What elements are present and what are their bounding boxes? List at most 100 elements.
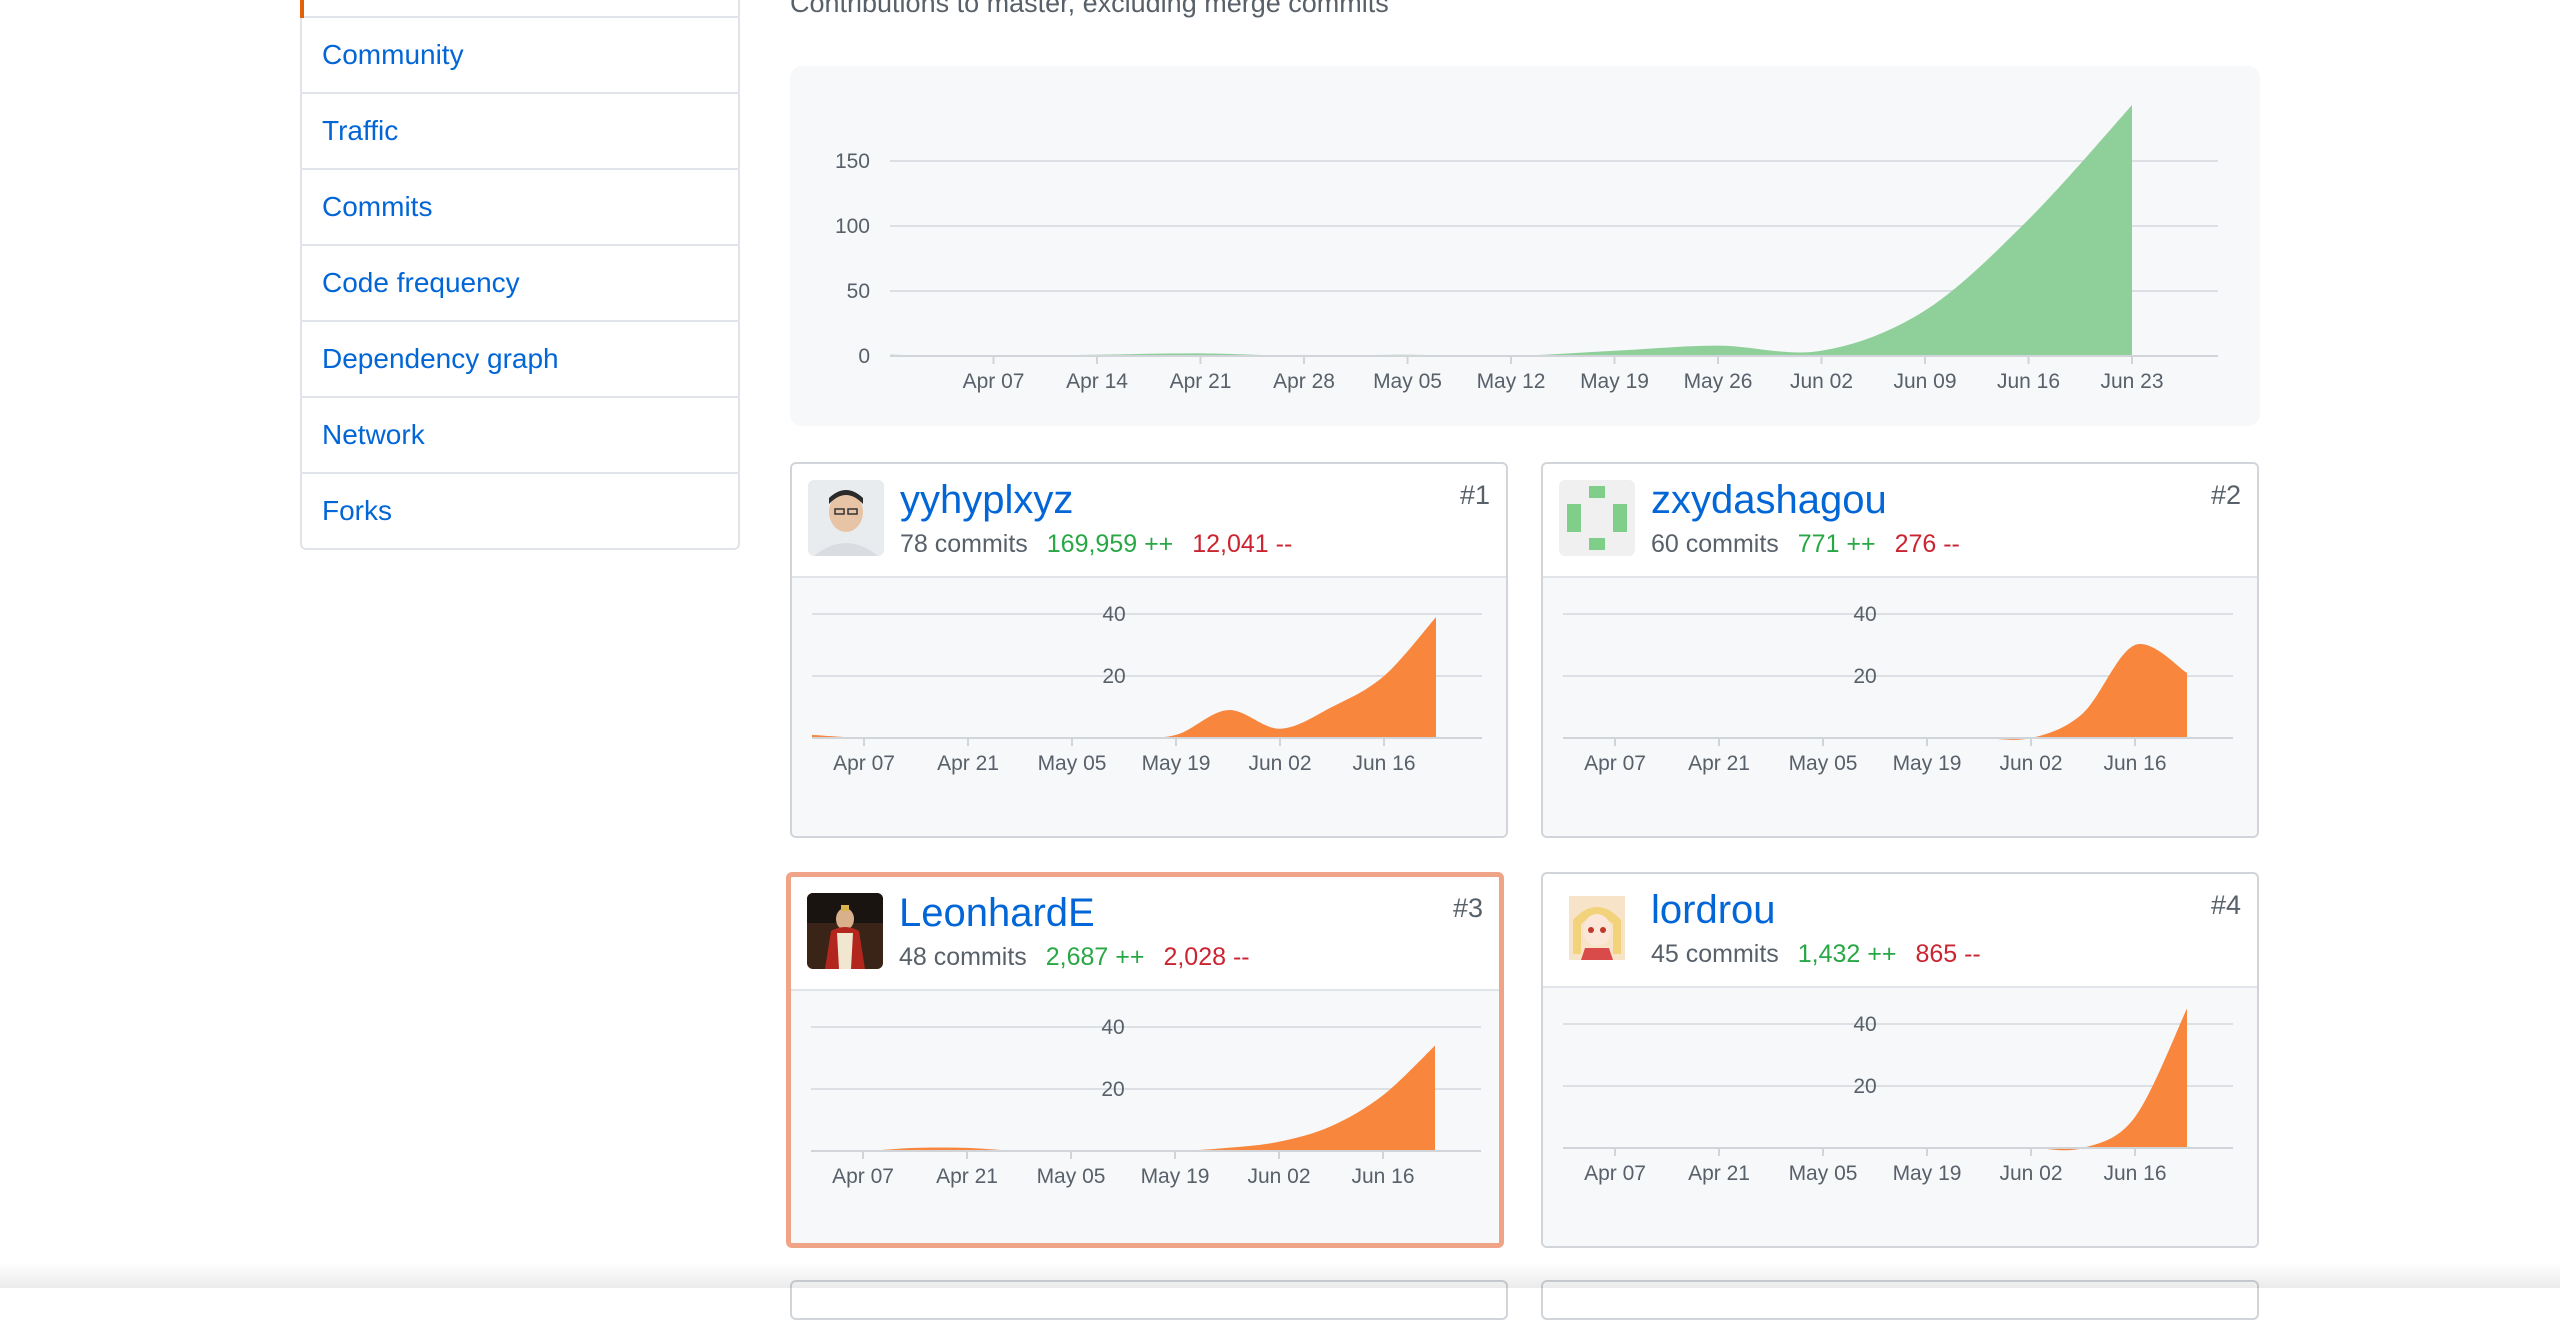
x-tick-label: May 05 xyxy=(1789,752,1858,775)
additions-count: 169,959 ++ xyxy=(1046,530,1174,558)
x-tick-label: Jun 16 xyxy=(1997,370,2060,393)
y-tick-label: 40 xyxy=(1101,1016,1124,1039)
x-tick-label: May 05 xyxy=(1373,370,1442,393)
x-tick-label: May 19 xyxy=(1893,1162,1962,1185)
contributor-card-header: zxydashagou 60 commits 771 ++ 276 -- #2 xyxy=(1543,464,2257,578)
contributor-chart-svg: 20 40 Apr 07 Apr 21 May 05 May 19 Jun 02 Jun 16 xyxy=(812,603,1482,775)
contributor-chart-svg: 20 40 Apr 07 Apr 21 May 05 May 19 Jun 02 Jun 16 xyxy=(1563,1008,2233,1185)
contributor-username[interactable]: LeonhardE xyxy=(899,891,1095,936)
x-tick-label: May 05 xyxy=(1037,1165,1106,1188)
sidebar-item-community[interactable]: Community xyxy=(302,18,738,94)
x-tick-label: Jun 09 xyxy=(1893,370,1956,393)
additions-count: 1,432 ++ xyxy=(1797,940,1897,968)
x-tick-label: Apr 21 xyxy=(937,752,999,775)
contributor-chart: 20 40 Apr 07 Apr 21 May 05 May 19 Jun 02 Jun 16 xyxy=(791,991,1499,1243)
x-tick-label: May 19 xyxy=(1141,1165,1210,1188)
contributor-card-header: yyhyplxyz 78 commits 169,959 ++ 12,041 -… xyxy=(792,464,1506,578)
y-tick-label: 40 xyxy=(1102,603,1125,626)
contributor-stats: 48 commits 2,687 ++ 2,028 -- xyxy=(899,943,1250,972)
x-tick-label: Apr 07 xyxy=(833,752,895,775)
repo-insights-sidebar: Community Traffic Commits Code frequency… xyxy=(300,0,740,550)
contributor-chart-svg: 20 40 Apr 07 Apr 21 May 05 May 19 Jun 02 Jun 16 xyxy=(811,1016,1481,1188)
x-tick-label: May 19 xyxy=(1893,752,1962,775)
y-tick-label: 150 xyxy=(835,150,870,173)
x-tick-label: Jun 16 xyxy=(2103,752,2166,775)
x-tick-label: Apr 07 xyxy=(963,370,1025,393)
contributor-stats: 78 commits 169,959 ++ 12,041 -- xyxy=(900,530,1292,559)
x-tick-label: May 19 xyxy=(1580,370,1649,393)
commit-count[interactable]: 48 commits xyxy=(899,943,1027,971)
contributor-card-header: LeonhardE 48 commits 2,687 ++ 2,028 -- #… xyxy=(791,877,1499,991)
contributor-username[interactable]: lordrou xyxy=(1651,888,1776,933)
contributor-rank: #1 xyxy=(1459,480,1490,510)
contributor-rank: #2 xyxy=(2210,480,2241,510)
avatar[interactable] xyxy=(807,893,883,969)
contributor-username[interactable]: zxydashagou xyxy=(1651,478,1887,523)
x-tick-label: Jun 02 xyxy=(1999,1162,2062,1185)
sidebar-item-code-frequency[interactable]: Code frequency xyxy=(302,246,738,322)
x-tick-label: Apr 21 xyxy=(936,1165,998,1188)
contributor-card: zxydashagou 60 commits 771 ++ 276 -- #2 … xyxy=(1541,462,2259,838)
x-tick-label: Jun 02 xyxy=(1248,752,1311,775)
sidebar-item-traffic[interactable]: Traffic xyxy=(302,94,738,170)
area-series xyxy=(890,105,2132,357)
additions-count: 771 ++ xyxy=(1797,530,1876,558)
avatar[interactable] xyxy=(1559,890,1635,966)
contributor-card: lordrou 45 commits 1,432 ++ 865 -- #4 20… xyxy=(1541,872,2259,1248)
x-tick-label: Apr 14 xyxy=(1066,370,1128,393)
y-tick-label: 20 xyxy=(1101,1078,1124,1101)
contributor-card-header: lordrou 45 commits 1,432 ++ 865 -- #4 xyxy=(1543,874,2257,988)
x-tick-label: Apr 21 xyxy=(1170,370,1232,393)
commit-count[interactable]: 78 commits xyxy=(900,530,1028,558)
commit-count[interactable]: 60 commits xyxy=(1651,530,1779,558)
x-tick-label: Jun 16 xyxy=(2103,1162,2166,1185)
x-tick-label: Apr 07 xyxy=(832,1165,894,1188)
area-series xyxy=(1563,644,2187,740)
x-tick-label: Apr 07 xyxy=(1584,1162,1646,1185)
contributor-stats: 60 commits 771 ++ 276 -- xyxy=(1651,530,1960,559)
deletions-count: 865 -- xyxy=(1915,940,1981,968)
x-tick-label: Jun 02 xyxy=(1999,752,2062,775)
y-tick-label: 50 xyxy=(847,280,870,303)
y-tick-label: 40 xyxy=(1853,603,1876,626)
window-bottom-shadow xyxy=(0,1262,2560,1288)
x-tick-label: May 26 xyxy=(1684,370,1753,393)
x-tick-label: May 19 xyxy=(1142,752,1211,775)
additions-count: 2,687 ++ xyxy=(1045,943,1145,971)
contributions-chart-svg: 0 50 100 150 Apr 07 Apr 14 Apr 21 Apr 28 May 05 M… xyxy=(835,105,2218,393)
x-tick-label: Jun 16 xyxy=(1351,1165,1414,1188)
y-tick-label: 100 xyxy=(835,215,870,238)
x-tick-label: Jun 16 xyxy=(1352,752,1415,775)
y-tick-label: 20 xyxy=(1853,665,1876,688)
contributions-chart: 0 50 100 150 Apr 07 Apr 14 Apr 21 Apr 28 May 05 M… xyxy=(790,66,2260,426)
x-tick-label: May 12 xyxy=(1477,370,1546,393)
sidebar-active-item[interactable] xyxy=(302,0,738,18)
contributor-rank: #3 xyxy=(1452,893,1483,923)
x-tick-label: Apr 21 xyxy=(1688,1162,1750,1185)
contributor-rank: #4 xyxy=(2210,890,2241,920)
contributor-card: LeonhardE 48 commits 2,687 ++ 2,028 -- #… xyxy=(786,872,1504,1248)
deletions-count: 12,041 -- xyxy=(1192,530,1293,558)
y-tick-label: 40 xyxy=(1853,1013,1876,1036)
contributor-chart: 20 40 Apr 07 Apr 21 May 05 May 19 Jun 02 Jun 16 xyxy=(1543,578,2257,836)
sidebar-item-network[interactable]: Network xyxy=(302,398,738,474)
y-tick-label: 20 xyxy=(1853,1075,1876,1098)
contributor-chart: 20 40 Apr 07 Apr 21 May 05 May 19 Jun 02 Jun 16 xyxy=(792,578,1506,836)
active-item-indicator xyxy=(300,0,304,18)
contributor-chart: 20 40 Apr 07 Apr 21 May 05 May 19 Jun 02 Jun 16 xyxy=(1543,988,2257,1246)
avatar[interactable] xyxy=(808,480,884,556)
contributions-subtitle: Contributions to master, excluding merge… xyxy=(790,0,1389,18)
sidebar-item-commits[interactable]: Commits xyxy=(302,170,738,246)
avatar[interactable] xyxy=(1559,480,1635,556)
x-tick-label: Apr 28 xyxy=(1273,370,1335,393)
x-tick-label: May 05 xyxy=(1038,752,1107,775)
commit-count[interactable]: 45 commits xyxy=(1651,940,1779,968)
contributor-username[interactable]: yyhyplxyz xyxy=(900,478,1073,523)
sidebar-item-forks[interactable]: Forks xyxy=(302,474,738,548)
x-tick-label: May 05 xyxy=(1789,1162,1858,1185)
contributor-card: yyhyplxyz 78 commits 169,959 ++ 12,041 -… xyxy=(790,462,1508,838)
contributor-stats: 45 commits 1,432 ++ 865 -- xyxy=(1651,940,1981,969)
x-tick-label: Apr 21 xyxy=(1688,752,1750,775)
x-tick-label: Jun 02 xyxy=(1790,370,1853,393)
sidebar-item-dependency-graph[interactable]: Dependency graph xyxy=(302,322,738,398)
